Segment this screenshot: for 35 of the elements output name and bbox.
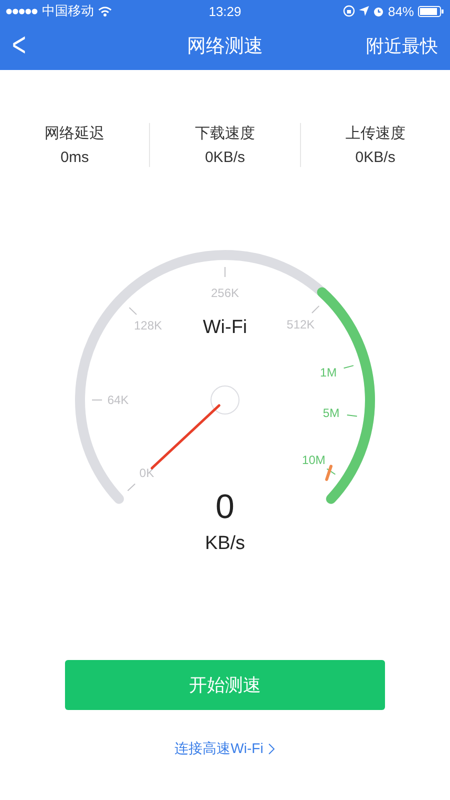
signal-icon	[6, 8, 38, 14]
back-button[interactable]: <	[12, 26, 26, 66]
stat-value: 0KB/s	[355, 149, 396, 166]
gauge-tick: 256K	[210, 266, 240, 300]
alarm-icon	[372, 6, 384, 16]
chevron-icon	[268, 743, 276, 755]
network-type: Wi-Fi	[202, 317, 248, 338]
connect-wifi-link[interactable]: 连接高速Wi-Fi	[174, 740, 276, 758]
status-time: 13:29	[208, 4, 242, 18]
stat-value: 0KB/s	[204, 149, 245, 166]
stat-label: 上传速度	[345, 124, 406, 143]
gauge-tick: 64K	[92, 393, 129, 407]
peak-marker	[325, 464, 332, 481]
needle-hub	[210, 386, 240, 414]
carrier-name: 中国移动	[42, 2, 94, 20]
gauge-tick: 1M	[320, 365, 354, 380]
location-icon	[358, 6, 369, 16]
stat-label: 下载速度	[194, 124, 255, 143]
rotation-lock-icon	[342, 5, 355, 17]
wifi-icon	[98, 6, 112, 16]
battery-icon	[418, 6, 444, 16]
gauge-tick: 128K	[128, 307, 162, 333]
gauge-tick: 0K	[127, 466, 154, 492]
nearest-fastest-button[interactable]: 附近最快	[366, 34, 438, 58]
battery-percent: 84%	[388, 4, 414, 18]
gauge-tick: 512K	[286, 305, 320, 332]
gauge-needle	[150, 404, 220, 470]
stat-value: 0ms	[60, 149, 89, 166]
speed-reading: 0	[216, 488, 234, 526]
gauge-tick: 5M	[322, 406, 358, 420]
stat-label: 网络延迟	[44, 124, 105, 143]
speed-unit: KB/s	[204, 533, 246, 554]
page-title: 网络测速	[187, 35, 263, 59]
start-test-button[interactable]: 开始测速	[65, 660, 385, 710]
gauge-tick: 10M	[302, 452, 336, 475]
